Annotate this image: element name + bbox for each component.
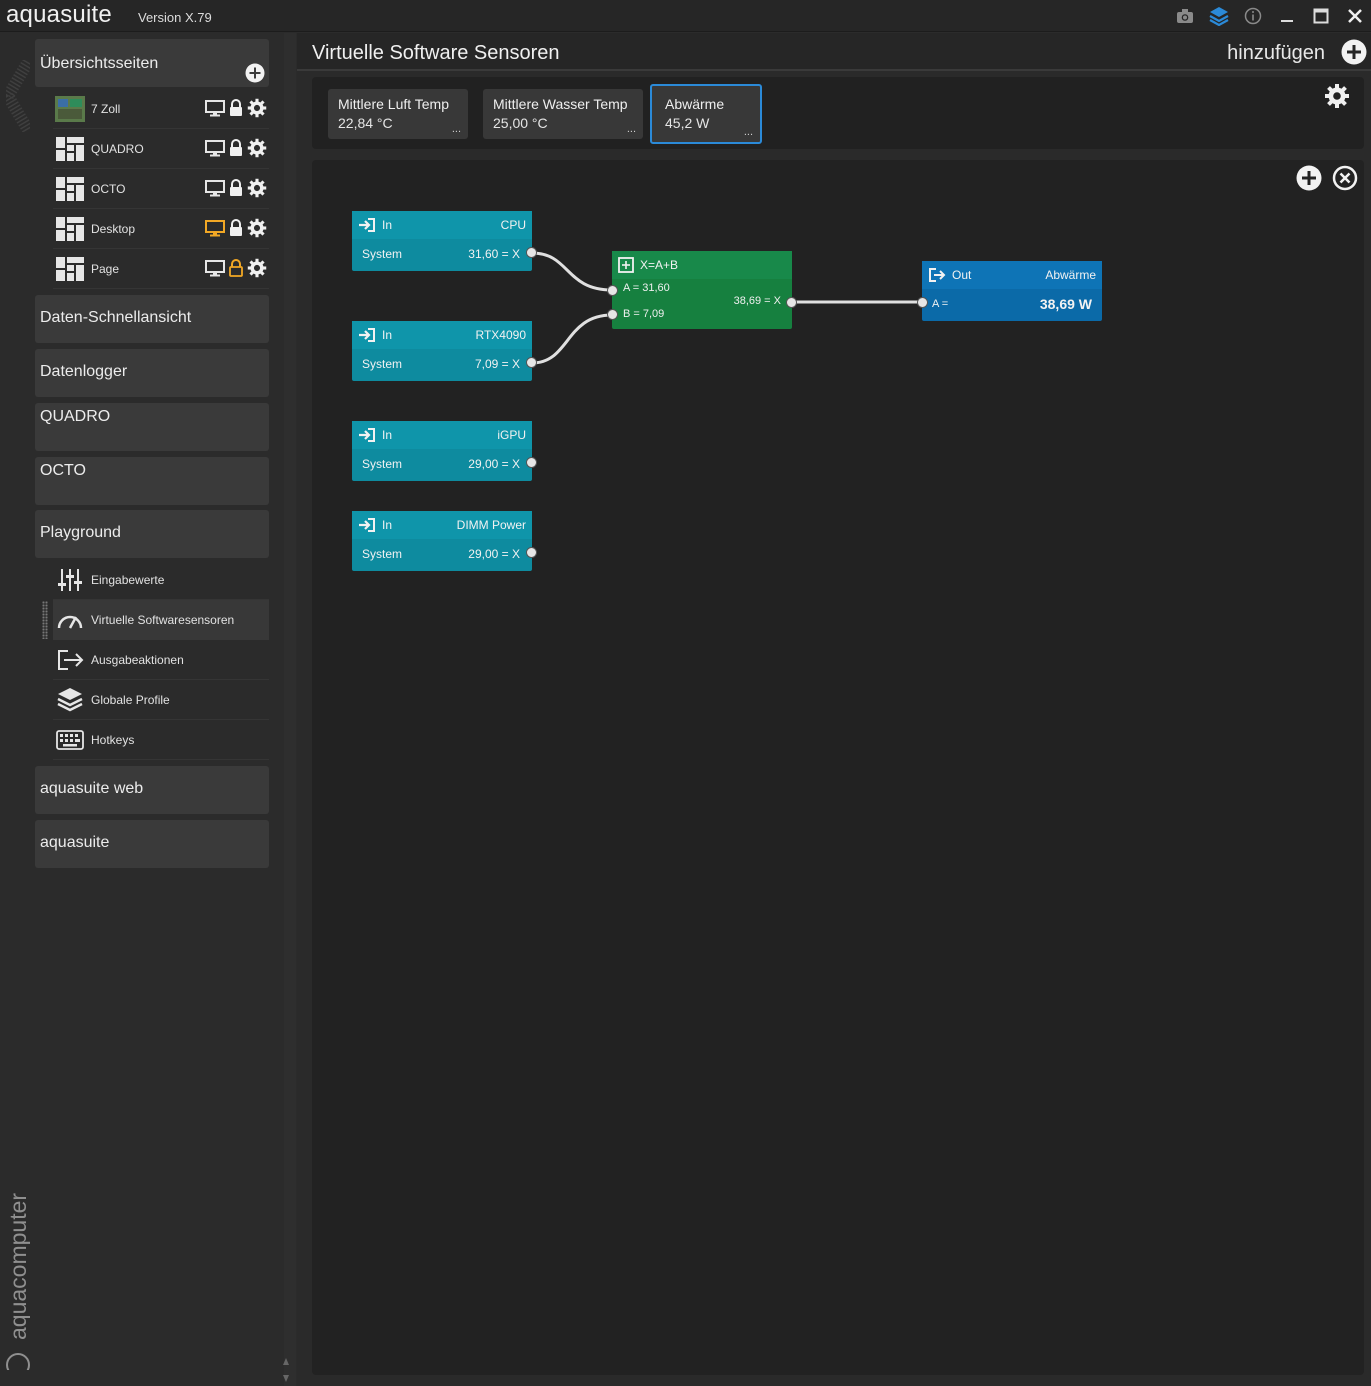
input-port-out[interactable] bbox=[526, 457, 537, 468]
input-node-value: 29,00 = X bbox=[468, 457, 520, 471]
input-node-name: iGPU bbox=[497, 428, 526, 442]
input-node[interactable]: In DIMM Power System 29,00 = X bbox=[352, 511, 537, 571]
input-port-out[interactable] bbox=[526, 547, 537, 558]
input-node-value: 7,09 = X bbox=[474, 357, 520, 371]
calc-port-b[interactable] bbox=[607, 309, 618, 320]
input-node-name: DIMM Power bbox=[456, 518, 526, 532]
input-node-type: In bbox=[382, 218, 393, 232]
wire-cpu-to-a bbox=[531, 251, 613, 292]
input-node-source: System bbox=[362, 357, 403, 371]
connection-wires bbox=[531, 251, 922, 365]
input-port-out[interactable] bbox=[526, 357, 537, 368]
calc-input-b: B = 7,09 bbox=[623, 308, 665, 320]
input-node-source: System bbox=[362, 457, 403, 471]
input-arrow-icon bbox=[358, 217, 376, 233]
calc-formula: X=A+B bbox=[640, 258, 679, 272]
calc-port-out[interactable] bbox=[786, 297, 797, 308]
input-node-type: In bbox=[382, 328, 393, 342]
input-node-source: System bbox=[362, 247, 403, 261]
output-arrow-icon bbox=[928, 267, 946, 283]
calc-port-a[interactable] bbox=[607, 285, 618, 296]
calc-input-a: A = 31,60 bbox=[623, 282, 670, 294]
wire-rtx-to-b bbox=[531, 313, 613, 365]
output-node[interactable]: Out Abwärme A = 38,69 W bbox=[917, 261, 1102, 321]
input-arrow-icon bbox=[358, 327, 376, 343]
output-label: A = bbox=[932, 298, 949, 310]
input-node-type: In bbox=[382, 428, 393, 442]
input-node-name: RTX4090 bbox=[475, 328, 526, 342]
input-node[interactable]: In iGPU System 29,00 = X bbox=[352, 421, 537, 481]
calc-node[interactable]: X=A+B A = 31,60 B = 7,09 38,69 = X bbox=[607, 251, 797, 329]
output-value: 38,69 W bbox=[1039, 296, 1092, 312]
output-node-type: Out bbox=[952, 268, 972, 282]
input-arrow-icon bbox=[358, 517, 376, 533]
input-node[interactable]: In RTX4090 System 7,09 = X bbox=[352, 321, 537, 381]
input-node-type: In bbox=[382, 518, 393, 532]
plus-box-icon bbox=[618, 257, 634, 273]
input-node-name: CPU bbox=[500, 218, 526, 232]
output-node-name: Abwärme bbox=[1045, 268, 1096, 282]
input-node-value: 31,60 = X bbox=[468, 247, 520, 261]
input-arrow-icon bbox=[358, 427, 376, 443]
output-port-in[interactable] bbox=[917, 297, 928, 308]
input-node[interactable]: In CPU System 31,60 = X bbox=[352, 211, 537, 271]
input-node-value: 29,00 = X bbox=[468, 547, 520, 561]
input-node-source: System bbox=[362, 547, 403, 561]
calc-result: 38,69 = X bbox=[733, 295, 781, 307]
input-port-out[interactable] bbox=[526, 247, 537, 258]
